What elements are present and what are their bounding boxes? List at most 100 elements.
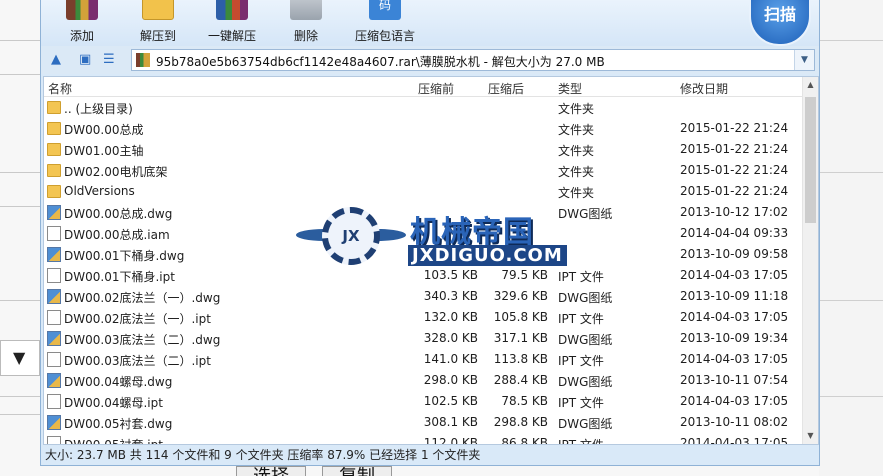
folder-icon [47, 122, 61, 135]
rar-archive-icon [136, 53, 150, 67]
extract-folder-icon [142, 0, 174, 20]
file-name: DW00.04螺母.ipt [64, 396, 163, 410]
file-size-before: 132.0 KB [423, 310, 478, 324]
scan-button[interactable]: 扫描 [749, 0, 811, 46]
file-row[interactable]: DW00.04螺母.ipt 102.5 KB 78.5 KB IPT 文件 2014-0… [44, 391, 804, 412]
file-type: DWG图纸 [558, 333, 613, 347]
file-modified-date: 2014-04-03 17:05 [680, 436, 789, 445]
add-button[interactable]: 添加 [47, 0, 117, 46]
file-row[interactable]: .. (上级目录) 文件夹 [44, 97, 804, 118]
dwg-file-icon [47, 373, 61, 388]
file-type: IPT 文件 [558, 270, 604, 284]
file-name: DW00.01下桶身.dwg [64, 249, 185, 263]
file-type: 文件夹 [558, 186, 595, 200]
file-size-after: 78.5 KB [501, 394, 548, 408]
file-size-after: 86.8 KB [501, 436, 548, 445]
column-name[interactable]: 名称 [48, 80, 72, 97]
file-modified-date: 2014-04-03 17:05 [680, 310, 789, 324]
file-name: OldVersions [64, 184, 135, 198]
up-arrow-icon[interactable]: ▲ [51, 52, 61, 68]
file-modified-date: 2015-01-22 21:24 [680, 142, 789, 156]
list-view-icon[interactable]: ☰ [103, 52, 115, 68]
address-bar: ▲ ▣ ☰ 95b78a0e5b63754db6cf1142e48a4607.r… [41, 46, 819, 74]
file-row[interactable]: DW00.01下桶身.dwg 2013-10-09 09:58 [44, 244, 804, 265]
file-size-before: 112.0 KB [423, 436, 478, 445]
file-list: 名称 压缩前 压缩后 类型 修改日期 .. (上级目录) 文件夹 DW00.00总成… [43, 76, 819, 445]
archive-language-icon: 码 [369, 0, 401, 20]
file-row[interactable]: DW00.05衬套.ipt 112.0 KB 86.8 KB IPT 文件 2014-0… [44, 433, 804, 445]
one-click-extract-button[interactable]: 一键解压 [197, 0, 267, 46]
column-date[interactable]: 修改日期 [680, 80, 728, 97]
file-type: 文件夹 [558, 165, 595, 179]
scroll-thumb[interactable] [805, 97, 816, 223]
file-modified-date: 2013-10-12 17:02 [680, 205, 789, 219]
file-type: IPT 文件 [558, 438, 604, 445]
background-dropdown[interactable]: ▼ [0, 340, 40, 376]
file-modified-date: 2015-01-22 21:24 [680, 121, 789, 135]
file-row[interactable]: DW02.00电机底架 文件夹 2015-01-22 21:24 [44, 160, 804, 181]
delete-button[interactable]: 删除 [271, 0, 341, 46]
file-name: DW00.04螺母.dwg [64, 375, 173, 389]
file-row[interactable]: DW00.03底法兰（二）.dwg 328.0 KB 317.1 KB DWG图纸 20… [44, 328, 804, 349]
file-type: 文件夹 [558, 144, 595, 158]
file-type: IPT 文件 [558, 312, 604, 326]
path-field[interactable]: 95b78a0e5b63754db6cf1142e48a4607.rar\薄膜脱… [131, 49, 815, 71]
scroll-up-icon[interactable]: ▲ [803, 77, 818, 93]
file-row[interactable]: DW01.00主轴 文件夹 2015-01-22 21:24 [44, 139, 804, 160]
file-size-before: 103.5 KB [423, 268, 478, 282]
delete-button-label: 删除 [293, 29, 318, 43]
document-file-icon [47, 394, 61, 409]
file-row[interactable]: DW00.04螺母.dwg 298.0 KB 288.4 KB DWG图纸 2013-1… [44, 370, 804, 391]
folder-icon [47, 101, 61, 114]
one-click-extract-button-label: 一键解压 [207, 29, 256, 43]
file-row[interactable]: DW00.03底法兰（二）.ipt 141.0 KB 113.8 KB IPT 文件 2… [44, 349, 804, 370]
file-modified-date: 2014-04-04 09:33 [680, 226, 789, 240]
file-row[interactable]: DW00.02底法兰（一）.dwg 340.3 KB 329.6 KB DWG图纸 20… [44, 286, 804, 307]
file-name: DW00.05衬套.dwg [64, 417, 173, 431]
column-type[interactable]: 类型 [558, 80, 582, 97]
scroll-down-icon[interactable]: ▼ [803, 428, 818, 444]
extract-to-button[interactable]: 解压到 [123, 0, 193, 46]
file-row[interactable]: DW00.00总成.dwg DWG图纸 2013-10-12 17:02 [44, 202, 804, 223]
extract-to-button-label: 解压到 [139, 29, 176, 43]
file-name: DW00.02底法兰（一）.ipt [64, 312, 211, 326]
file-modified-date: 2015-01-22 21:24 [680, 163, 789, 177]
file-row[interactable]: OldVersions 文件夹 2015-01-22 21:24 [44, 181, 804, 202]
file-type: DWG图纸 [558, 291, 613, 305]
file-name: .. (上级目录) [64, 102, 133, 116]
background-copy-button[interactable]: 复制 [322, 466, 392, 476]
file-modified-date: 2014-04-03 17:05 [680, 268, 789, 282]
archive-language-button[interactable]: 码 压缩包语言 [345, 0, 425, 46]
column-header-row: 名称 压缩前 压缩后 类型 修改日期 [44, 77, 804, 97]
column-before[interactable]: 压缩前 [418, 80, 454, 97]
file-name: DW00.03底法兰（二）.dwg [64, 333, 221, 347]
file-size-after: 105.8 KB [493, 310, 548, 324]
file-row[interactable]: DW00.00总成 文件夹 2015-01-22 21:24 [44, 118, 804, 139]
file-row[interactable]: DW00.05衬套.dwg 308.1 KB 298.8 KB DWG图纸 2013-1… [44, 412, 804, 433]
column-after[interactable]: 压缩后 [488, 80, 524, 97]
file-modified-date: 2014-04-03 17:05 [680, 394, 789, 408]
file-name: DW00.02底法兰（一）.dwg [64, 291, 221, 305]
document-file-icon [47, 436, 61, 444]
document-file-icon [47, 226, 61, 241]
document-file-icon [47, 268, 61, 283]
file-name: DW02.00电机底架 [64, 165, 168, 179]
file-type: DWG图纸 [558, 417, 613, 431]
document-file-icon [47, 310, 61, 325]
file-modified-date: 2013-10-09 09:58 [680, 247, 789, 261]
file-name: DW01.00主轴 [64, 144, 144, 158]
chevron-down-icon: ▼ [13, 348, 26, 367]
path-text: 95b78a0e5b63754db6cf1142e48a4607.rar\薄膜脱… [156, 55, 605, 69]
file-row[interactable]: DW00.02底法兰（一）.ipt 132.0 KB 105.8 KB IPT 文件 2… [44, 307, 804, 328]
file-modified-date: 2014-04-03 17:05 [680, 352, 789, 366]
file-type: 文件夹 [558, 102, 595, 116]
path-dropdown-icon[interactable]: ▼ [794, 50, 814, 70]
background-select-button[interactable]: 选择 [236, 466, 306, 476]
file-rows: .. (上级目录) 文件夹 DW00.00总成 文件夹 2015-01-22 21:24… [44, 97, 804, 445]
file-row[interactable]: DW00.01下桶身.ipt 103.5 KB 79.5 KB IPT 文件 2014-… [44, 265, 804, 286]
thumbnail-view-icon[interactable]: ▣ [79, 52, 91, 68]
vertical-scrollbar[interactable]: ▲ ▼ [802, 77, 818, 444]
archive-language-button-label: 压缩包语言 [354, 29, 415, 43]
file-row[interactable]: DW00.00总成.iam 2014-04-04 09:33 [44, 223, 804, 244]
file-type: DWG图纸 [558, 375, 613, 389]
